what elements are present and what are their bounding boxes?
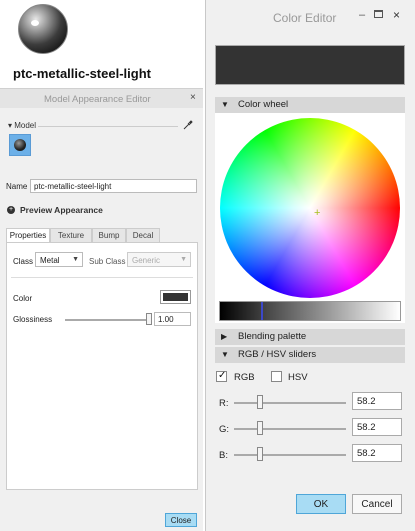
color-wheel-area: +	[215, 113, 405, 323]
editor-header: Model Appearance Editor ×	[0, 88, 203, 108]
material-title: ptc-metallic-steel-light	[13, 66, 151, 81]
close-icon[interactable]: ×	[190, 92, 196, 103]
green-slider-thumb[interactable]	[256, 421, 263, 435]
blue-label: B:	[219, 450, 228, 461]
glossiness-label: Glossiness	[13, 315, 53, 324]
color-swatch-fill	[163, 293, 188, 301]
material-sphere-preview	[18, 4, 68, 54]
editor-title: Model Appearance Editor	[44, 94, 151, 105]
subclass-select-value: Generic	[132, 256, 161, 265]
model-section-label[interactable]: ▾ Model	[8, 121, 36, 130]
name-label: Name	[6, 182, 28, 191]
hsv-label: HSV	[288, 372, 308, 383]
color-preview-swatch	[215, 45, 405, 85]
chevron-down-icon: ▼	[180, 256, 187, 263]
blue-slider-thumb[interactable]	[256, 447, 263, 461]
color-label: Color	[13, 294, 33, 303]
hsv-checkbox[interactable]	[271, 371, 282, 382]
rgb-checkbox[interactable]: ✓	[216, 370, 227, 382]
section-label: Blending palette	[238, 331, 307, 342]
subclass-label: Sub Class	[89, 257, 126, 266]
close-button[interactable]: Close	[165, 513, 197, 527]
red-value-input[interactable]	[352, 392, 402, 410]
tab-bump[interactable]: Bump	[92, 228, 126, 243]
caret-down-icon: ▼	[221, 100, 229, 109]
expand-icon[interactable]: +	[7, 206, 15, 214]
model-appearance-thumbnail[interactable]	[9, 134, 31, 156]
blue-value-input[interactable]	[352, 444, 402, 462]
ok-button[interactable]: OK	[296, 494, 346, 514]
color-wheel-section-header[interactable]: ▼ Color wheel	[215, 97, 405, 113]
color-editor-title: Color Editor	[273, 11, 337, 25]
caret-right-icon: ▶	[221, 332, 228, 341]
green-label: G:	[219, 424, 230, 435]
close-icon[interactable]: ×	[393, 8, 400, 22]
thumbnail-sphere	[14, 139, 26, 151]
tab-texture[interactable]: Texture	[50, 228, 92, 243]
green-slider-track[interactable]	[234, 428, 346, 430]
red-slider-track[interactable]	[234, 402, 346, 404]
sphere-highlight	[31, 20, 39, 26]
maximize-icon[interactable]	[374, 10, 383, 18]
color-wheel[interactable]	[220, 118, 400, 298]
tab-decal[interactable]: Decal	[126, 228, 160, 243]
appearance-preview: ptc-metallic-steel-light	[0, 0, 203, 88]
glossiness-input[interactable]	[154, 312, 191, 326]
green-value-input[interactable]	[352, 418, 402, 436]
section-label: RGB / HSV sliders	[238, 349, 317, 360]
blending-palette-section-header[interactable]: ▶ Blending palette	[215, 329, 405, 345]
class-select[interactable]: Metal ▼	[35, 252, 83, 267]
section-label: Color wheel	[238, 99, 289, 110]
eyedropper-icon[interactable]	[183, 120, 193, 133]
value-marker[interactable]	[261, 302, 264, 320]
model-appearance-panel: ptc-metallic-steel-light Model Appearanc…	[0, 0, 203, 531]
checkmark-icon: ✓	[218, 370, 227, 381]
name-input[interactable]	[30, 179, 197, 193]
preview-appearance-toggle[interactable]: Preview Appearance	[20, 205, 103, 215]
color-swatch-button[interactable]	[160, 290, 191, 304]
tab-properties[interactable]: Properties	[6, 228, 50, 243]
red-slider-thumb[interactable]	[256, 395, 263, 409]
section-divider	[38, 126, 178, 127]
glossiness-slider-thumb[interactable]	[146, 313, 152, 325]
subclass-select[interactable]: Generic ▼	[127, 252, 191, 267]
caret-down-icon: ▼	[221, 350, 229, 359]
divider	[11, 277, 193, 278]
minimize-icon[interactable]: –	[359, 9, 365, 21]
class-label: Class	[13, 257, 34, 266]
class-select-value: Metal	[40, 256, 60, 265]
rgb-label: RGB	[234, 372, 255, 383]
properties-panel: Class Metal ▼ Sub Class Generic ▼ Color …	[6, 242, 198, 490]
blue-slider-track[interactable]	[234, 454, 346, 456]
rgb-hsv-section-header[interactable]: ▼ RGB / HSV sliders	[215, 347, 405, 363]
crosshair-icon[interactable]: +	[314, 208, 320, 219]
glossiness-slider-track[interactable]	[65, 319, 149, 321]
cancel-button[interactable]: Cancel	[352, 494, 402, 514]
chevron-down-icon: ▼	[72, 256, 79, 263]
value-gradient-bar[interactable]	[219, 301, 401, 321]
red-label: R:	[219, 398, 229, 409]
